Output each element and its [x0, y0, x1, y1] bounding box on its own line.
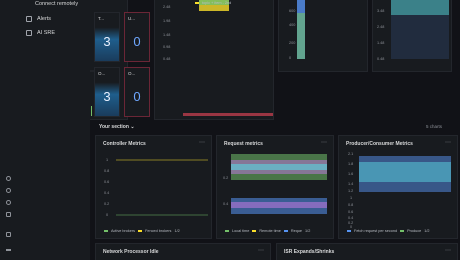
- legend-pager[interactable]: 1/2: [424, 229, 429, 233]
- panel-producer-consumer-metrics[interactable]: Producer/Consumer Metrics ⋯ 2.1 1.8 1.6 …: [338, 135, 458, 239]
- chart-legend: Fetch request per second Produce 1/2: [347, 229, 430, 233]
- help-icon[interactable]: [6, 188, 11, 193]
- stat-value: 0: [133, 34, 141, 49]
- stat-online[interactable]: O... 3: [94, 67, 120, 117]
- bell-icon[interactable]: [6, 176, 11, 181]
- stat-label: O...: [98, 71, 106, 76]
- legend-label[interactable]: Fetch request per second: [354, 229, 397, 233]
- legend-swatch: [138, 230, 143, 232]
- chart-legend: Local time Remote time Reque 1/2: [225, 229, 310, 233]
- area-chart: [391, 0, 449, 59]
- legend-item[interactable]: topic + item - 2nd: [195, 1, 231, 5]
- panel-network-processor-idle[interactable]: Network Processor Idle ⋯: [95, 243, 271, 260]
- legend-label[interactable]: Remote time: [259, 229, 281, 233]
- panel-top-right: 3.48 2.48 1.48 0.48: [372, 0, 452, 72]
- legend-label[interactable]: Active brokers: [111, 229, 135, 233]
- keyboard-icon[interactable]: [6, 232, 11, 237]
- line-chart: [116, 159, 208, 216]
- ai-icon: [26, 30, 32, 36]
- settings-icon[interactable]: [6, 200, 11, 205]
- legend-pager[interactable]: 1/2: [174, 229, 179, 233]
- sidebar-item-label: Alerts: [37, 16, 52, 22]
- sidebar-item-ai-sre[interactable]: AI SRE: [26, 30, 55, 36]
- panel-title: ISR Expands/Shrinks: [284, 249, 335, 255]
- panel-controller-metrics[interactable]: Controller Metrics ⋯ 1 0.8 0.6 0.4 0.2 0…: [95, 135, 212, 239]
- legend-label[interactable]: Local time: [232, 229, 249, 233]
- legend-swatch: [195, 2, 199, 4]
- legend-swatch: [283, 230, 288, 232]
- logo-icon: [6, 246, 11, 251]
- legend-label[interactable]: Reque: [291, 229, 302, 233]
- legend-pager[interactable]: 1/2: [305, 229, 310, 233]
- stat-total[interactable]: T... 3: [94, 12, 120, 62]
- chart-legend: Active brokers Fenced brokers 1/2: [104, 229, 180, 233]
- menu-icon[interactable]: ⋯: [258, 247, 264, 254]
- section-chart-count: 5 charts: [425, 124, 442, 129]
- connect-remotely-link[interactable]: Connect remotely: [35, 1, 78, 7]
- panel-title: Network Processor Idle: [103, 249, 159, 255]
- stat-value: 3: [103, 34, 111, 49]
- sidebar-item-label: AI SRE: [37, 30, 56, 36]
- section-title-label: Your section: [99, 124, 129, 130]
- menu-icon[interactable]: ⋯: [445, 247, 451, 254]
- panel-top-mid: 600 400 200 0: [278, 0, 368, 72]
- legend-label[interactable]: Fenced brokers: [145, 229, 171, 233]
- panel-isr-expands-shrinks[interactable]: ISR Expands/Shrinks ⋯: [276, 243, 458, 260]
- panel-request-metrics[interactable]: Request metrics ⋯ 0.2 0.4 Local time Rem…: [216, 135, 334, 239]
- stat-offline[interactable]: O... 0: [124, 67, 150, 117]
- chevron-down-icon: ⌄: [130, 124, 135, 130]
- noisy-line-chart: [231, 154, 327, 214]
- connect-remotely-label: Connect remotely: [35, 1, 79, 7]
- sidebar-item-alerts[interactable]: Alerts: [26, 16, 51, 22]
- sidebar: Connect remotely Alerts AI SRE: [0, 0, 90, 260]
- legend-swatch: [347, 230, 351, 232]
- dashboard-main: T... 3 U... 0 O... 3 O... 0 2.48 1.98 1.…: [90, 0, 460, 260]
- legend-swatch: [104, 230, 108, 232]
- legend-label[interactable]: Produce: [407, 229, 421, 233]
- panel-top-center: 2.48 1.98 1.48 0.98 0.48 topic + item - …: [154, 0, 274, 120]
- stat-label: O...: [128, 71, 136, 76]
- stat-unreplicated[interactable]: U... 0: [124, 12, 150, 62]
- legend-label: topic + item - 2nd: [202, 1, 232, 5]
- stat-value: 0: [133, 89, 141, 104]
- stat-value: 3: [103, 89, 111, 104]
- legend-swatch: [400, 230, 405, 232]
- noisy-line-chart: [359, 156, 451, 192]
- legend-swatch: [225, 230, 229, 232]
- stat-label: T...: [98, 16, 105, 21]
- legend-swatch: [252, 230, 257, 232]
- section-title[interactable]: Your section ⌄: [99, 124, 135, 130]
- stacked-chart: [183, 0, 273, 116]
- stat-label: U...: [128, 16, 136, 21]
- apps-icon[interactable]: [6, 212, 11, 217]
- bar-chart: [297, 0, 305, 59]
- bell-icon: [26, 16, 32, 22]
